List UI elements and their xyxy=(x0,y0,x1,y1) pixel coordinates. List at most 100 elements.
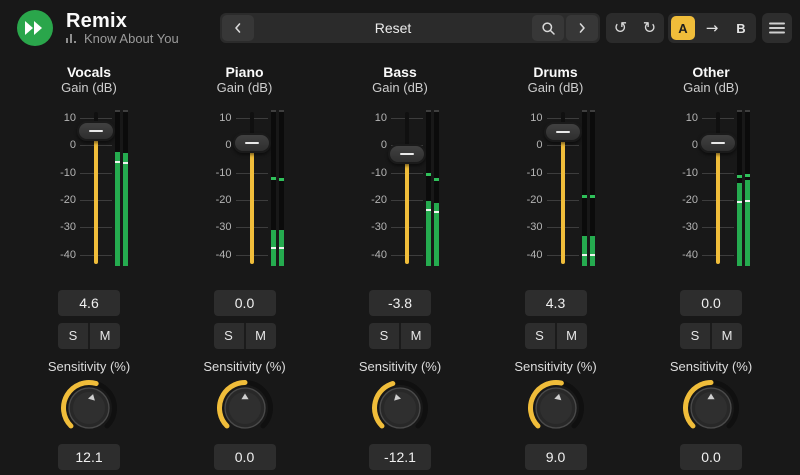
gain-fader: 100-10-20-30-40 xyxy=(361,108,439,270)
meter-bar-right xyxy=(434,110,439,266)
fader-handle-grip xyxy=(556,131,570,133)
solo-button[interactable]: S xyxy=(369,323,399,349)
fader-track-fill xyxy=(250,145,254,264)
solo-button[interactable]: S xyxy=(214,323,244,349)
scale-tick-label: -40 xyxy=(50,248,76,262)
channel-title: Piano xyxy=(225,64,263,80)
sensitivity-knob[interactable] xyxy=(59,377,119,437)
preset-search-button[interactable] xyxy=(532,15,564,41)
solo-mute-group: S M xyxy=(369,323,431,349)
sensitivity-value-box[interactable]: 0.0 xyxy=(214,444,276,470)
header-bar: Remix Know About You Reset xyxy=(0,0,800,56)
scale-tick-label: 10 xyxy=(206,111,232,125)
fader-handle[interactable] xyxy=(699,133,737,153)
chevron-left-icon xyxy=(231,21,245,35)
hamburger-menu-button[interactable] xyxy=(762,13,792,43)
scale-tick-label: -20 xyxy=(50,193,76,207)
fader-handle-grip xyxy=(245,142,259,144)
undo-icon[interactable]: ↺ xyxy=(606,13,635,43)
sensitivity-value-box[interactable]: 9.0 xyxy=(525,444,587,470)
sensitivity-value-box[interactable]: -12.1 xyxy=(369,444,431,470)
fader-handle[interactable] xyxy=(388,144,426,164)
level-meter xyxy=(737,110,750,266)
brand: Remix Know About You xyxy=(16,9,179,47)
gain-label: Gain (dB) xyxy=(61,80,117,96)
hamburger-menu-icon xyxy=(769,22,785,34)
sensitivity-knob[interactable] xyxy=(370,377,430,437)
chevron-right-icon xyxy=(575,21,589,35)
mute-button[interactable]: M xyxy=(401,323,431,349)
solo-button[interactable]: S xyxy=(680,323,710,349)
gain-value-box[interactable]: 4.3 xyxy=(525,290,587,316)
fader-track-fill xyxy=(716,145,720,264)
ab-b-button[interactable]: B xyxy=(729,16,753,40)
scale-tick-label: -20 xyxy=(517,193,543,207)
ab-copy-arrow-icon[interactable]: → xyxy=(706,19,719,37)
ab-compare-group: A → B xyxy=(668,13,756,43)
solo-button[interactable]: S xyxy=(58,323,88,349)
fader-track-fill xyxy=(561,134,565,264)
sensitivity-value-box[interactable]: 0.0 xyxy=(680,444,742,470)
ab-a-button[interactable]: A xyxy=(671,16,695,40)
scale-tick-label: 10 xyxy=(361,111,387,125)
scale-tick-label: 10 xyxy=(672,111,698,125)
preset-name[interactable]: Reset xyxy=(254,15,532,41)
channel-title: Other xyxy=(692,64,729,80)
solo-mute-group: S M xyxy=(680,323,742,349)
scale-tick-label: -10 xyxy=(672,166,698,180)
channel-strip: Drums Gain (dB) 100-10-20-30-40 4.3 S M … xyxy=(481,56,631,470)
solo-button[interactable]: S xyxy=(525,323,555,349)
fader-scale: 100-10-20-30-40 xyxy=(517,108,543,270)
gain-value-box[interactable]: 0.0 xyxy=(214,290,276,316)
fader-handle[interactable] xyxy=(77,121,115,141)
scale-tick-label: -20 xyxy=(672,193,698,207)
sensitivity-value-box[interactable]: 12.1 xyxy=(58,444,120,470)
fader-scale: 100-10-20-30-40 xyxy=(50,108,76,270)
scale-tick-label: -10 xyxy=(206,166,232,180)
redo-icon[interactable]: ↻ xyxy=(635,13,664,43)
scale-tick-label: 0 xyxy=(517,138,543,152)
level-meter xyxy=(426,110,439,266)
scale-tick-label: -30 xyxy=(517,220,543,234)
sensitivity-knob[interactable] xyxy=(215,377,275,437)
fader-scale: 100-10-20-30-40 xyxy=(361,108,387,270)
scale-tick-label: 0 xyxy=(50,138,76,152)
scale-tick-label: -20 xyxy=(361,193,387,207)
meter-bar-left xyxy=(271,110,276,266)
fader-scale: 100-10-20-30-40 xyxy=(672,108,698,270)
sensitivity-label: Sensitivity (%) xyxy=(359,359,441,375)
fader-handle-grip xyxy=(89,130,103,132)
scale-tick-label: -10 xyxy=(361,166,387,180)
sensitivity-label: Sensitivity (%) xyxy=(48,359,130,375)
meter-bar-right xyxy=(745,110,750,266)
meter-bar-right xyxy=(279,110,284,266)
meter-bar-left xyxy=(582,110,587,266)
sensitivity-knob[interactable] xyxy=(526,377,586,437)
mute-button[interactable]: M xyxy=(90,323,120,349)
scale-tick-label: -30 xyxy=(672,220,698,234)
channel-strip: Piano Gain (dB) 100-10-20-30-40 0.0 S M … xyxy=(170,56,320,470)
gain-value-box[interactable]: 4.6 xyxy=(58,290,120,316)
fader-handle[interactable] xyxy=(233,133,271,153)
gain-value-box[interactable]: -3.8 xyxy=(369,290,431,316)
mute-button[interactable]: M xyxy=(246,323,276,349)
preset-next-button[interactable] xyxy=(566,15,598,41)
gain-label: Gain (dB) xyxy=(528,80,584,96)
mute-button[interactable]: M xyxy=(712,323,742,349)
sensitivity-label: Sensitivity (%) xyxy=(203,359,285,375)
fader-handle[interactable] xyxy=(544,122,582,142)
gain-label: Gain (dB) xyxy=(217,80,273,96)
search-icon xyxy=(541,21,556,36)
sensitivity-knob[interactable] xyxy=(681,377,741,437)
scale-tick-label: -30 xyxy=(361,220,387,234)
scale-tick-label: -40 xyxy=(672,248,698,262)
gain-fader: 100-10-20-30-40 xyxy=(517,108,595,270)
gain-value-box[interactable]: 0.0 xyxy=(680,290,742,316)
mute-button[interactable]: M xyxy=(557,323,587,349)
sensitivity-label: Sensitivity (%) xyxy=(514,359,596,375)
meter-bar-right xyxy=(123,110,128,266)
levels-icon xyxy=(66,32,79,46)
scale-tick-label: -30 xyxy=(206,220,232,234)
preset-prev-button[interactable] xyxy=(222,15,254,41)
fader-track-fill xyxy=(405,156,409,264)
